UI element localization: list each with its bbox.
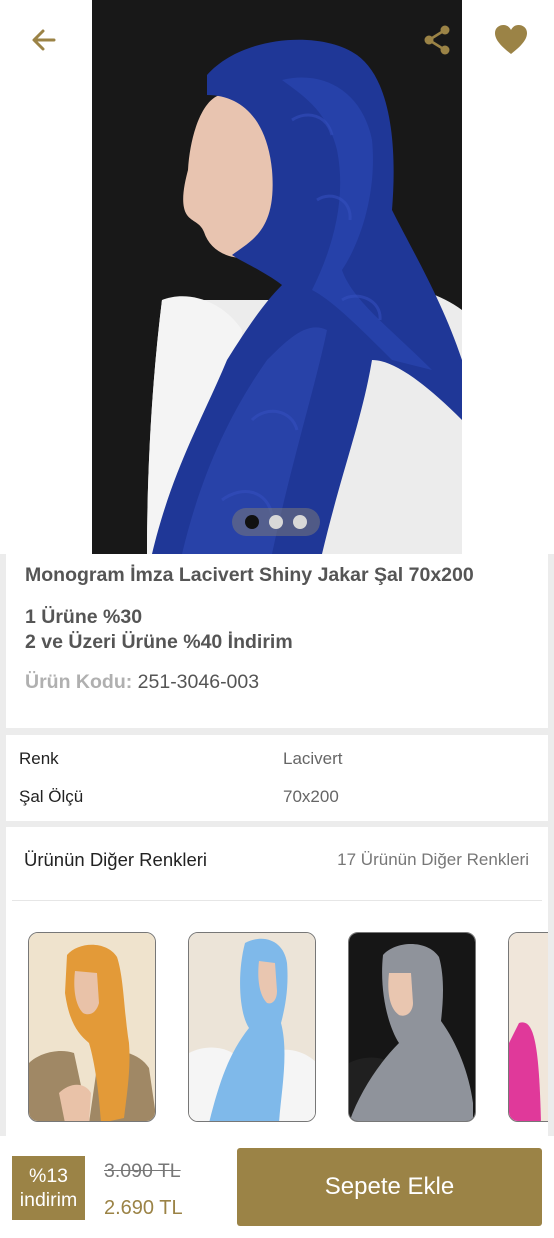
product-code: Ürün Kodu: 251-3046-003 xyxy=(25,671,548,693)
product-title: Monogram İmza Lacivert Shiny Jakar Şal 7… xyxy=(25,564,474,586)
attribute-label: Şal Ölçü xyxy=(19,787,84,806)
gallery-dot-3[interactable] xyxy=(293,515,307,529)
product-detail-page: Monogram İmza Lacivert Shiny Jakar Şal 7… xyxy=(0,0,554,1238)
grey-scarf-image xyxy=(349,933,475,1121)
current-price: 2.690 TL xyxy=(104,1197,183,1219)
old-price: 3.090 TL xyxy=(104,1160,181,1182)
orange-scarf-image xyxy=(29,933,155,1121)
product-attributes: Renk Lacivert Şal Ölçü 70x200 xyxy=(6,735,548,821)
promotion-text: 1 Ürüne %30 2 ve Üzeri Ürüne %40 İndirim xyxy=(25,605,548,655)
color-thumbnail-pink[interactable] xyxy=(508,932,548,1122)
gallery-dot-1[interactable] xyxy=(245,515,259,529)
favorite-button[interactable] xyxy=(489,18,533,62)
product-code-value: 251-3046-003 xyxy=(137,671,260,693)
color-thumbnail-orange[interactable] xyxy=(28,932,156,1122)
gallery-pagination xyxy=(232,508,320,536)
attribute-value: Lacivert xyxy=(283,749,343,768)
pink-scarf-image xyxy=(509,933,548,1121)
share-button[interactable] xyxy=(415,18,459,62)
attribute-label: Renk xyxy=(19,749,59,768)
attribute-row-size: Şal Ölçü 70x200 xyxy=(19,787,539,807)
attribute-row-color: Renk Lacivert xyxy=(19,749,539,769)
arrow-left-icon xyxy=(32,29,56,51)
promo-line-1: 1 Ürüne %30 xyxy=(25,606,143,628)
back-button[interactable] xyxy=(22,18,66,62)
bottom-purchase-bar: %13 indirim 3.090 TL 2.690 TL Sepete Ekl… xyxy=(0,1136,554,1238)
gallery-dot-2[interactable] xyxy=(269,515,283,529)
product-image-gallery[interactable] xyxy=(0,0,554,554)
model-with-scarf-image xyxy=(147,39,462,554)
product-code-label: Ürün Kodu: xyxy=(25,671,133,693)
add-to-cart-button[interactable]: Sepete Ekle xyxy=(237,1148,542,1226)
discount-label: indirim xyxy=(19,1189,78,1211)
discount-percent: %13 xyxy=(28,1165,69,1187)
share-icon xyxy=(424,25,450,55)
heart-icon xyxy=(495,25,527,54)
discount-badge: %13 indirim xyxy=(12,1156,85,1220)
product-photo[interactable] xyxy=(92,0,462,554)
other-colors-link[interactable]: 17 Ürünün Diğer Renkleri xyxy=(337,850,529,870)
other-colors-heading: Ürünün Diğer Renkleri xyxy=(24,849,208,870)
attribute-value: 70x200 xyxy=(283,787,339,806)
divider xyxy=(12,900,542,901)
color-thumbnail-grey[interactable] xyxy=(348,932,476,1122)
light-blue-scarf-image xyxy=(189,933,315,1121)
color-thumbnail-light-blue[interactable] xyxy=(188,932,316,1122)
other-colors-section: Ürünün Diğer Renkleri 17 Ürünün Diğer Re… xyxy=(6,827,548,1137)
promo-line-2: 2 ve Üzeri Ürüne %40 İndirim xyxy=(25,631,293,653)
product-info-card: Monogram İmza Lacivert Shiny Jakar Şal 7… xyxy=(6,554,548,728)
